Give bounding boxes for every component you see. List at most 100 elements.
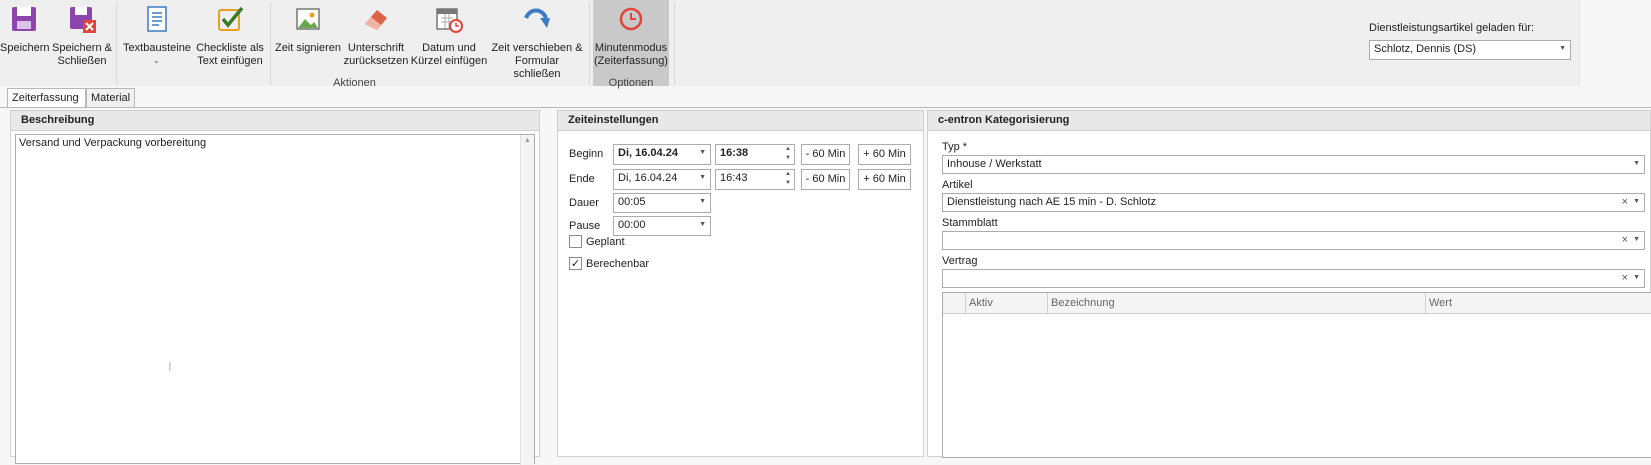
time-settings-panel: Zeiteinstellungen Beginn Di, 16.04.24 ▼ … xyxy=(557,110,924,457)
loaded-for-label: Dienstleistungsartikel geladen für: xyxy=(1369,22,1535,34)
group-label-options: Optionen xyxy=(608,77,654,89)
pause-value: 00:00 xyxy=(618,219,646,231)
planned-label: Geplant xyxy=(586,236,625,248)
grid-header-row: Aktiv Bezeichnung Wert xyxy=(943,293,1651,314)
begin-minus-60-button[interactable]: - 60 Min xyxy=(801,144,850,165)
masterdata-select[interactable]: × ▼ xyxy=(942,231,1645,250)
clear-icon[interactable]: × xyxy=(1622,234,1628,246)
description-header: Beschreibung xyxy=(11,111,539,131)
grid-col-divider xyxy=(1425,293,1426,314)
dropdown-arrow-icon: ▼ xyxy=(1559,45,1566,52)
article-value: Dienstleistung nach AE 15 min - D. Schlo… xyxy=(947,196,1157,208)
grid-col-active[interactable]: Aktiv xyxy=(969,297,993,309)
categorization-panel: c-entron Kategorisierung Typ * Inhouse /… xyxy=(927,110,1651,458)
minute-mode-label: Minutenmodus (Zeiterfassung) xyxy=(594,42,668,67)
save-button[interactable]: Speichern xyxy=(0,0,50,84)
sign-time-button[interactable]: Zeit signieren xyxy=(274,0,342,84)
type-label: Typ * xyxy=(942,141,968,153)
begin-plus-60-button[interactable]: + 60 Min xyxy=(858,144,911,165)
end-time-value: 16:43 xyxy=(720,172,748,184)
masterdata-label: Stammblatt xyxy=(942,217,998,229)
checkmark-icon: ✓ xyxy=(570,258,581,270)
group-label-actions: Aktionen xyxy=(333,77,376,89)
end-plus-60-button[interactable]: + 60 Min xyxy=(858,169,911,190)
spin-arrows-icon[interactable]: ▲ ▼ xyxy=(785,170,791,188)
ribbon-separator xyxy=(674,2,675,86)
grid-col-value[interactable]: Wert xyxy=(1429,297,1452,309)
pause-select[interactable]: 00:00 ▼ xyxy=(613,216,711,236)
reset-signature-label: Unterschrift zurücksetzen xyxy=(343,42,409,67)
grid-col-name[interactable]: Bezeichnung xyxy=(1051,297,1115,309)
tab-time-entry[interactable]: Zeiterfassung xyxy=(7,88,86,108)
billable-checkbox[interactable]: ✓ xyxy=(569,257,582,270)
dropdown-arrow-icon: ▼ xyxy=(1633,198,1640,205)
article-select[interactable]: Dienstleistung nach AE 15 min - D. Schlo… xyxy=(942,193,1645,212)
document-text-icon xyxy=(147,6,167,32)
sign-time-label: Zeit signieren xyxy=(274,42,342,54)
dropdown-arrow-icon: ▼ xyxy=(699,198,706,205)
tab-material[interactable]: Material xyxy=(86,88,135,108)
description-scrollbar[interactable]: ▲ xyxy=(520,135,534,465)
end-label: Ende xyxy=(569,173,595,185)
insert-date-button[interactable]: Datum und Kürzel einfügen xyxy=(410,0,488,84)
dropdown-arrow-icon: ▼ xyxy=(699,221,706,228)
article-label: Artikel xyxy=(942,179,973,191)
scroll-up-icon[interactable]: ▲ xyxy=(524,137,531,144)
clear-icon[interactable]: × xyxy=(1622,196,1628,208)
dropdown-arrow-icon: ▼ xyxy=(699,149,706,156)
checklist-button[interactable]: Checkliste als Text einfügen xyxy=(194,0,266,84)
description-text: Versand und Verpackung vorbereitung xyxy=(19,137,207,149)
checklist-label: Checkliste als Text einfügen xyxy=(196,42,264,67)
shift-time-label: Zeit verschieben & Formular schließen xyxy=(491,42,583,80)
begin-date-value: Di, 16.04.24 xyxy=(618,147,678,159)
duration-value: 00:05 xyxy=(618,196,646,208)
dropdown-arrow-icon: ▼ xyxy=(1633,160,1640,167)
floppy-disk-icon xyxy=(12,7,36,31)
shift-time-button[interactable]: Zeit verschieben & Formular schließen xyxy=(490,0,584,84)
description-panel: Beschreibung Versand und Verpackung vorb… xyxy=(10,110,540,465)
floppy-disk-close-icon xyxy=(70,7,96,33)
textblocks-button[interactable]: Textbausteine ⌄ xyxy=(122,0,192,84)
dropdown-arrow-icon: ▼ xyxy=(699,174,706,181)
grid-col-divider xyxy=(965,293,966,314)
spin-arrows-icon[interactable]: ▲ ▼ xyxy=(785,145,791,163)
type-value: Inhouse / Werkstatt xyxy=(947,158,1042,170)
end-time-spinner[interactable]: 16:43 ▲ ▼ xyxy=(715,169,795,190)
begin-time-value: 16:38 xyxy=(720,147,749,159)
planned-checkbox[interactable] xyxy=(569,235,582,248)
insert-date-label: Datum und Kürzel einfügen xyxy=(410,42,488,67)
clock-icon xyxy=(619,7,643,31)
duration-select[interactable]: 00:05 ▼ xyxy=(613,193,711,213)
grid-col-divider xyxy=(1047,293,1048,314)
ribbon: Speichern Speichern & Schließen Textbaus… xyxy=(0,0,1581,89)
save-close-label: Speichern & Schließen xyxy=(52,42,112,67)
ribbon-separator xyxy=(270,2,271,86)
end-minus-60-button[interactable]: - 60 Min xyxy=(801,169,850,190)
duration-label: Dauer xyxy=(569,197,599,209)
contract-select[interactable]: × ▼ xyxy=(942,269,1645,288)
image-icon xyxy=(296,8,320,30)
end-date-select[interactable]: Di, 16.04.24 ▼ xyxy=(613,169,711,190)
properties-grid: Aktiv Bezeichnung Wert xyxy=(942,292,1651,458)
time-settings-header: Zeiteinstellungen xyxy=(558,111,923,131)
billable-label: Berechenbar xyxy=(586,258,649,270)
chevron-down-icon: ⌄ xyxy=(153,56,160,65)
redo-arrow-icon xyxy=(524,8,550,28)
tab-divider xyxy=(0,107,1651,108)
dropdown-arrow-icon: ▼ xyxy=(1633,236,1640,243)
description-textarea[interactable]: Versand und Verpackung vorbereitung ▲ I xyxy=(15,134,535,465)
ribbon-separator xyxy=(116,2,117,86)
minute-mode-button[interactable]: Minutenmodus (Zeiterfassung) Optionen xyxy=(593,0,669,89)
loaded-for-value: Schlotz, Dennis (DS) xyxy=(1374,43,1477,55)
clear-icon[interactable]: × xyxy=(1622,272,1628,284)
ribbon-separator xyxy=(589,2,590,86)
loaded-for-select[interactable]: Schlotz, Dennis (DS) ▼ xyxy=(1369,40,1571,60)
reset-signature-button[interactable]: Unterschrift zurücksetzen xyxy=(343,0,409,84)
begin-date-select[interactable]: Di, 16.04.24 ▼ xyxy=(613,144,711,165)
text-cursor-icon: I xyxy=(168,359,172,374)
begin-time-spinner[interactable]: 16:38 ▲ ▼ xyxy=(715,144,795,165)
type-select[interactable]: Inhouse / Werkstatt ▼ xyxy=(942,155,1645,174)
checklist-icon xyxy=(218,6,244,31)
dropdown-arrow-icon: ▼ xyxy=(1633,274,1640,281)
save-close-button[interactable]: Speichern & Schließen xyxy=(50,0,114,84)
